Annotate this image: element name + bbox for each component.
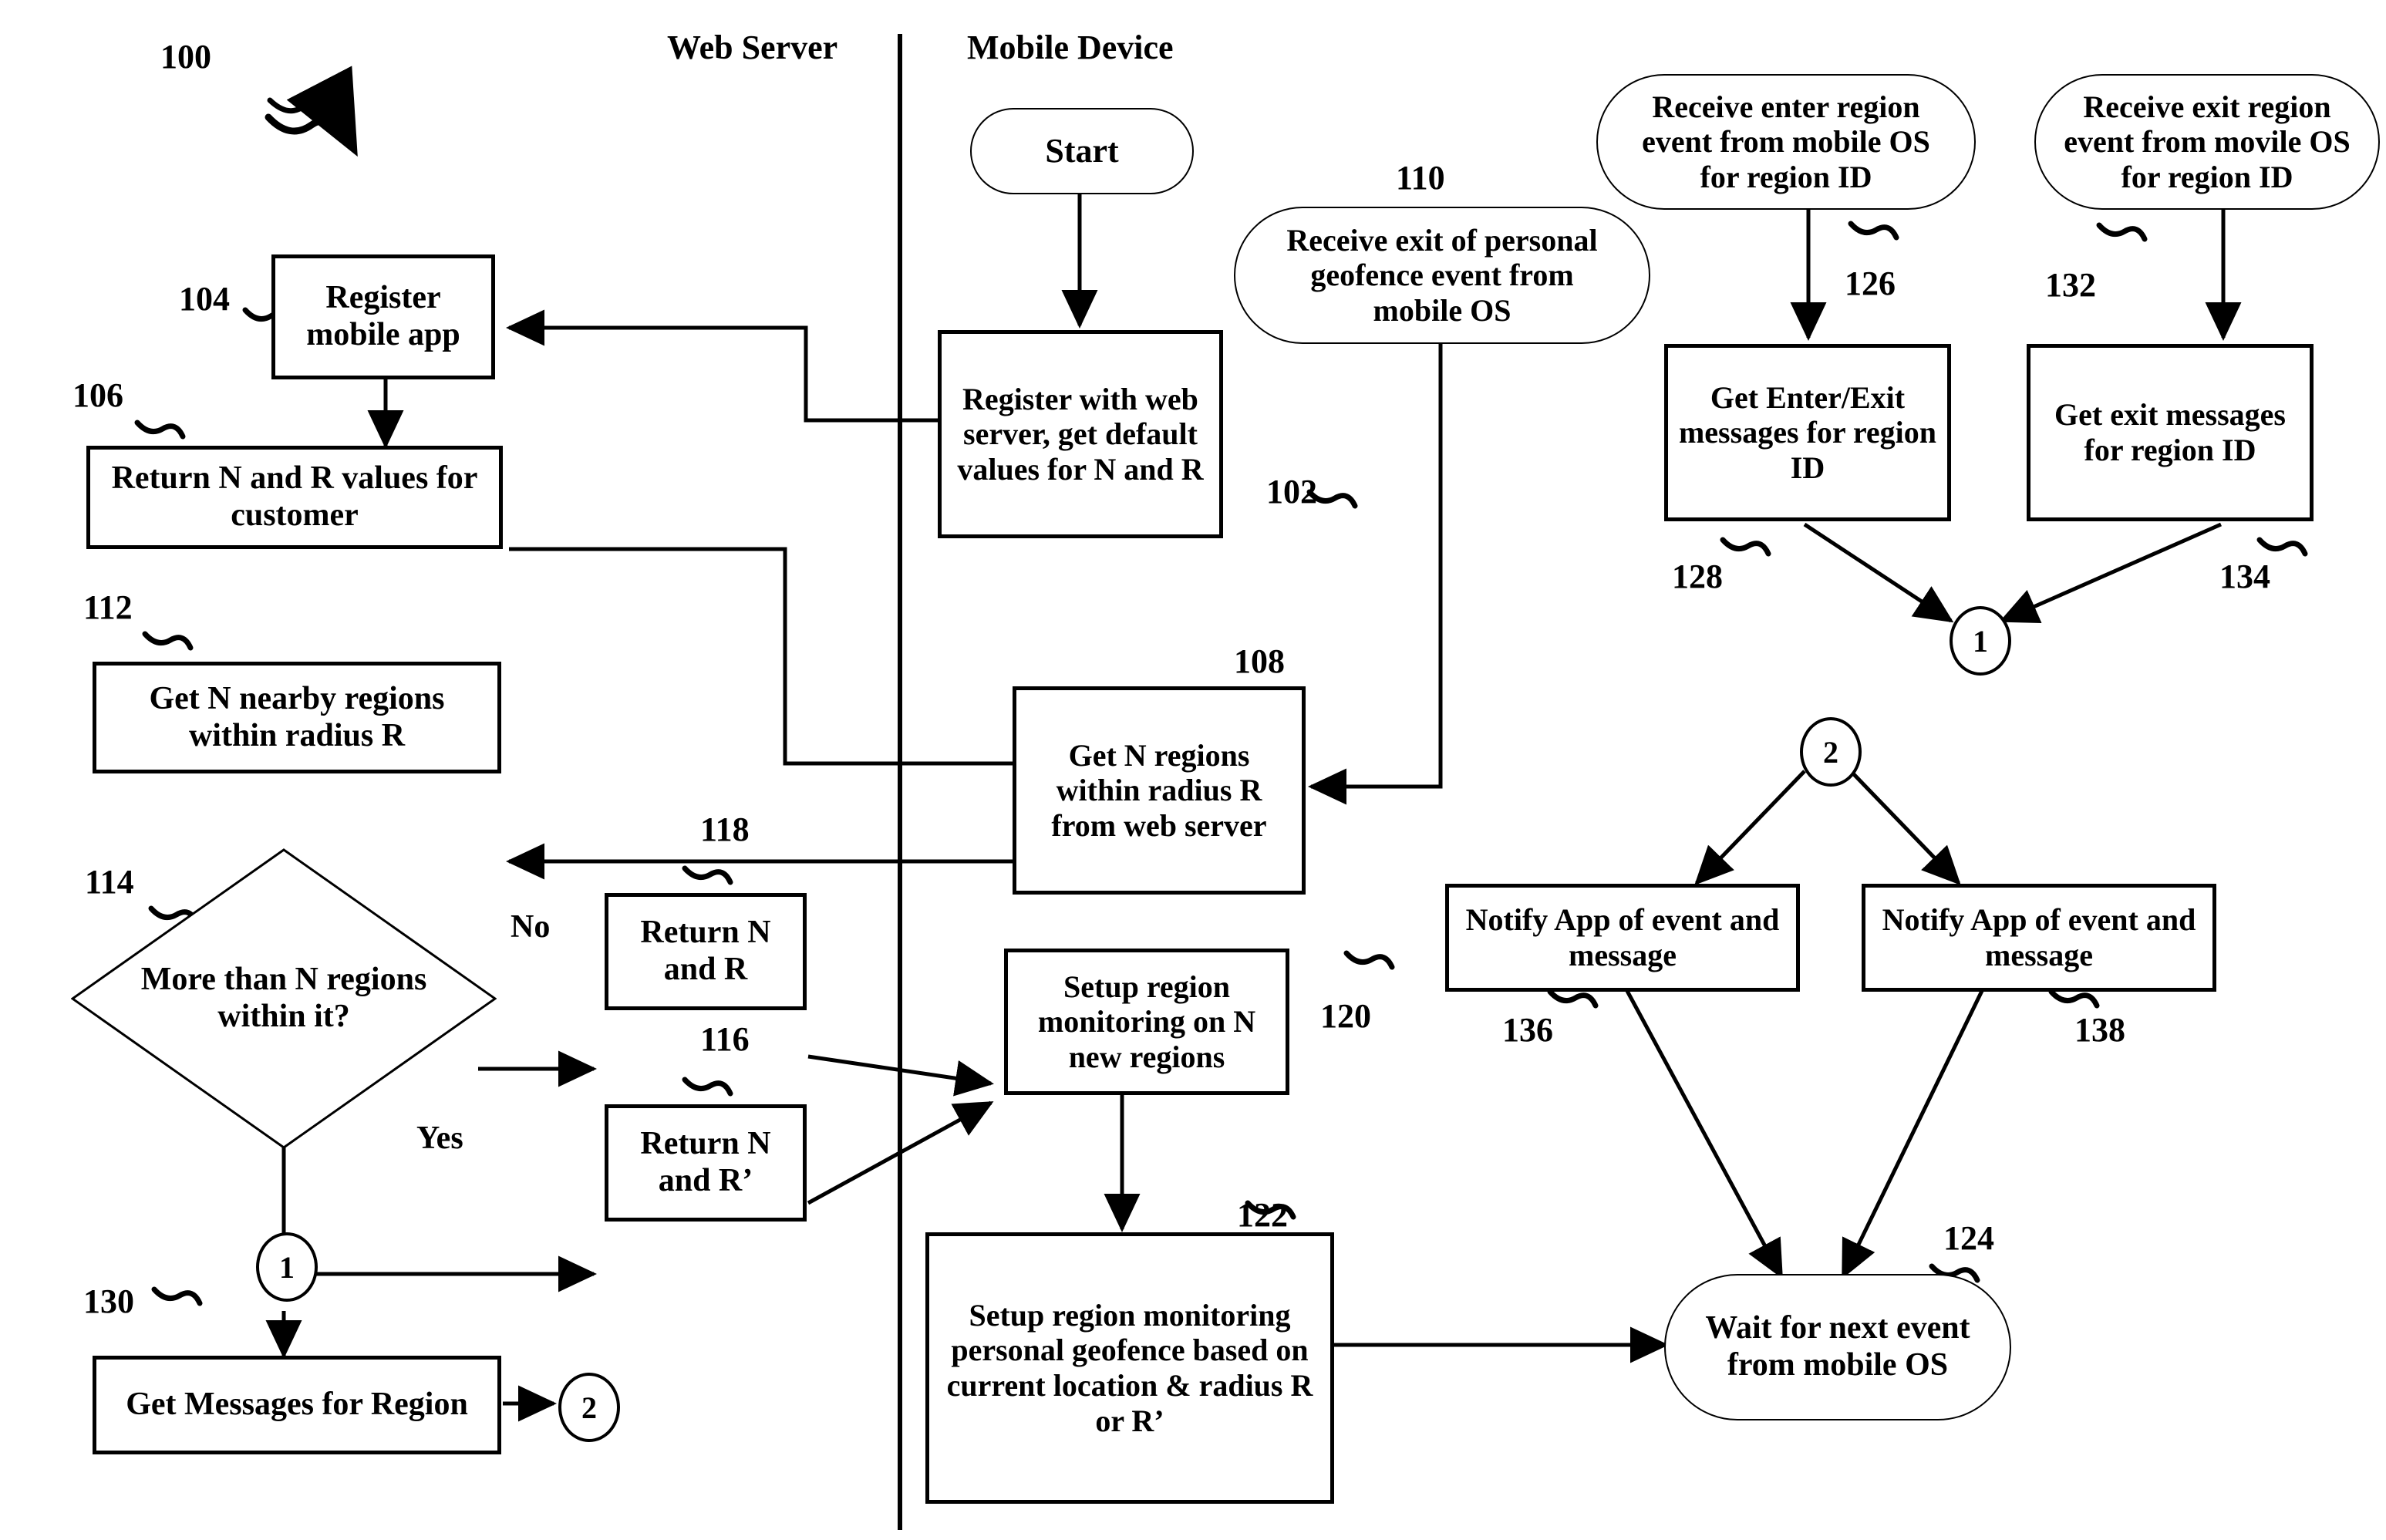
node-more-than-n-regions-decision: More than N regions within it? bbox=[71, 848, 497, 1149]
node-get-enter-exit-messages: Get Enter/Exit messages for region ID bbox=[1664, 344, 1951, 521]
node-setup-personal-geofence-monitoring: Setup region monitoring personal geofenc… bbox=[925, 1232, 1334, 1504]
node-receive-enter-region-event: Receive enter region event from mobile O… bbox=[1596, 74, 1976, 210]
ref-126: 126 bbox=[1845, 265, 1896, 302]
node-get-messages-for-region: Get Messages for Region bbox=[93, 1356, 501, 1454]
ref-138: 138 bbox=[2074, 1011, 2125, 1049]
node-return-n-and-r-prime: Return N and R’ bbox=[605, 1104, 807, 1222]
node-setup-region-monitoring-new-regions: Setup region monitoring on N new regions bbox=[1004, 949, 1289, 1095]
ref-134: 134 bbox=[2219, 558, 2270, 595]
node-register-with-web-server: Register with web server, get default va… bbox=[938, 330, 1223, 538]
node-return-n-and-r-values: Return N and R values for customer bbox=[86, 446, 503, 549]
ref-102: 102 bbox=[1266, 473, 1317, 511]
ref-118: 118 bbox=[700, 810, 750, 848]
lane-divider bbox=[898, 34, 902, 1530]
flowchart-canvas: Web Server Mobile Device 100 Start Regis… bbox=[0, 0, 2386, 1540]
ref-128: 128 bbox=[1672, 558, 1723, 595]
node-notify-app-enter: Notify App of event and message bbox=[1445, 884, 1800, 992]
node-receive-personal-geofence-exit: Receive exit of personal geofence event … bbox=[1234, 207, 1650, 344]
edge-label-yes: Yes bbox=[416, 1120, 463, 1156]
connector-2-top-right: 2 bbox=[1800, 717, 1862, 787]
ref-112: 112 bbox=[83, 588, 133, 626]
ref-130: 130 bbox=[83, 1282, 134, 1320]
connector-1-top-right: 1 bbox=[1950, 606, 2011, 676]
ref-110: 110 bbox=[1396, 159, 1445, 197]
node-receive-exit-region-event: Receive exit region event from movile OS… bbox=[2034, 74, 2380, 210]
node-get-exit-messages: Get exit messages for region ID bbox=[2027, 344, 2314, 521]
connector-1-bottom-left: 1 bbox=[256, 1232, 318, 1302]
figure-number: 100 bbox=[160, 38, 211, 76]
ref-108: 108 bbox=[1234, 642, 1285, 680]
ref-106: 106 bbox=[72, 376, 123, 414]
ref-114: 114 bbox=[85, 863, 134, 901]
ref-124: 124 bbox=[1943, 1219, 1994, 1257]
node-get-n-regions-from-web-server: Get N regions within radius R from web s… bbox=[1013, 686, 1306, 895]
lane-title-mobile-device: Mobile Device bbox=[967, 29, 1174, 66]
decision-label: More than N regions within it? bbox=[140, 962, 427, 1034]
ref-104: 104 bbox=[179, 280, 230, 318]
connector-2-bottom-left: 2 bbox=[558, 1373, 620, 1442]
edge-label-no: No bbox=[511, 909, 551, 945]
ref-132: 132 bbox=[2045, 266, 2096, 304]
node-get-n-nearby-regions: Get N nearby regions within radius R bbox=[93, 662, 501, 773]
ref-122: 122 bbox=[1237, 1196, 1288, 1234]
node-register-mobile-app: Register mobile app bbox=[271, 254, 495, 379]
ref-120: 120 bbox=[1320, 997, 1371, 1035]
ref-116: 116 bbox=[700, 1020, 750, 1058]
node-start: Start bbox=[970, 108, 1194, 194]
ref-136: 136 bbox=[1502, 1011, 1553, 1049]
lane-title-web-server: Web Server bbox=[667, 29, 838, 66]
node-return-n-and-r: Return N and R bbox=[605, 893, 807, 1010]
node-wait-for-next-event: Wait for next event from mobile OS bbox=[1664, 1274, 2011, 1420]
node-notify-app-exit: Notify App of event and message bbox=[1862, 884, 2216, 992]
